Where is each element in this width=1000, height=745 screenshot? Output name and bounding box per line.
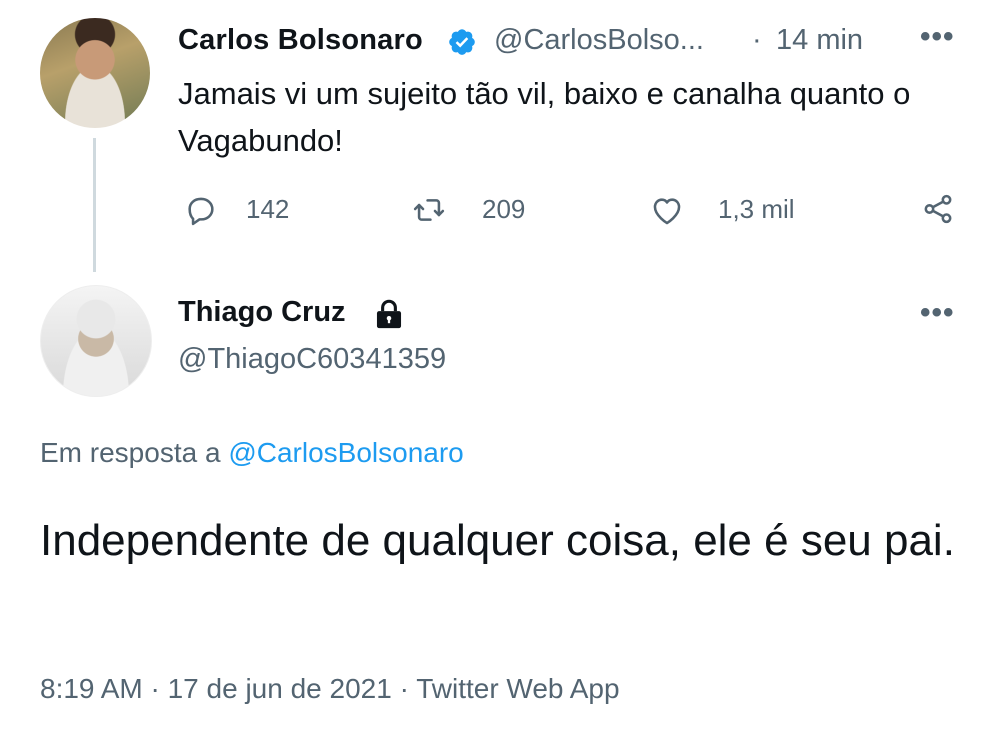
share-icon[interactable]	[921, 192, 955, 226]
tweet-time[interactable]: 14 min	[776, 24, 863, 57]
reply-author-handle[interactable]: @ThiagoC60341359	[178, 343, 446, 376]
reply-text: Independente de qualquer coisa, ele é se…	[40, 516, 955, 565]
reply-count: 142	[246, 194, 290, 224]
more-options-icon[interactable]: •••	[920, 20, 955, 54]
like-icon[interactable]	[650, 194, 684, 228]
lock-icon	[376, 299, 402, 329]
verified-badge-icon	[449, 29, 475, 55]
thread-connector	[93, 138, 96, 272]
avatar-carlos[interactable]	[40, 18, 150, 128]
retweet-icon[interactable]	[412, 193, 446, 227]
replying-prefix: Em resposta a	[40, 437, 221, 468]
avatar-thiago[interactable]	[40, 285, 152, 397]
retweet-count: 209	[482, 194, 526, 224]
like-count: 1,3 mil	[718, 194, 795, 224]
reply-author-name[interactable]: Thiago Cruz	[178, 296, 346, 329]
replying-to: Em resposta a @CarlosBolsonaro	[40, 437, 464, 469]
author-handle[interactable]: @CarlosBolso...	[494, 24, 704, 57]
mention-link[interactable]: @CarlosBolsonaro	[228, 437, 463, 468]
separator-dot: ·	[752, 24, 762, 56]
reply-icon[interactable]	[184, 193, 218, 227]
tweet-timestamp[interactable]: 8:19 AM · 17 de jun de 2021 · Twitter We…	[40, 673, 620, 705]
author-name[interactable]: Carlos Bolsonaro	[178, 24, 423, 57]
tweet-text: Jamais vi um sujeito tão vil, baixo e ca…	[178, 76, 911, 158]
more-options-icon[interactable]: •••	[920, 296, 955, 330]
